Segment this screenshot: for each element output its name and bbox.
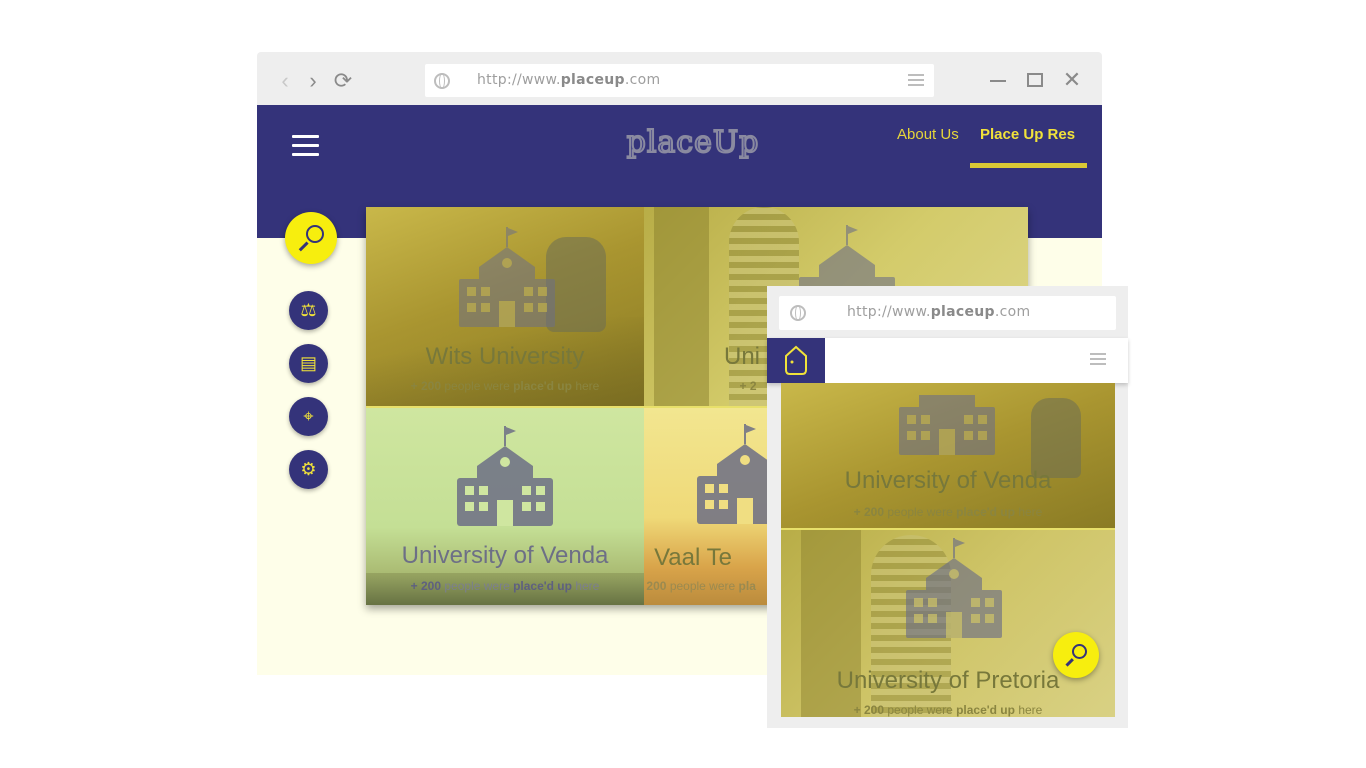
placed-count: + 200 people were place'd up here	[781, 505, 1115, 519]
school-building-icon	[899, 395, 995, 455]
url-text: http://www.placeup.com	[477, 72, 660, 88]
sidebar-scales-button[interactable]: ⚖	[289, 291, 328, 330]
university-name: Wits University	[425, 343, 585, 370]
school-building-icon	[906, 538, 1002, 638]
search-fab-button[interactable]	[285, 212, 337, 264]
search-icon	[1065, 644, 1087, 667]
count-value: + 2	[739, 379, 757, 393]
globe-icon	[434, 73, 450, 89]
count-text: people were	[887, 505, 953, 519]
university-card[interactable]: University of Venda + 200 people were pl…	[781, 383, 1115, 528]
url-suffix: .com	[994, 304, 1031, 320]
university-tile[interactable]: Wits University + 200 people were place'…	[366, 207, 644, 406]
count-text: people were	[669, 579, 736, 593]
count-text: people were	[444, 379, 510, 393]
placed-up-text: place'd up	[513, 379, 572, 393]
placed-up-text: place'd up	[956, 703, 1015, 717]
mobile-search-fab-button[interactable]	[1053, 632, 1099, 678]
university-name: University of Venda	[844, 467, 1052, 494]
placeup-logo[interactable]: placeUp	[618, 117, 768, 181]
minimize-icon[interactable]	[990, 80, 1006, 82]
university-card[interactable]: University of Pretoria + 200 people were…	[781, 528, 1115, 717]
sidebar-settings-button[interactable]: ⚙	[289, 450, 328, 489]
mobile-logo-button[interactable]	[767, 338, 825, 383]
home-logo-icon	[785, 345, 807, 375]
count-text: people were	[444, 579, 510, 593]
sidebar-notepad-button[interactable]: ▤	[289, 344, 328, 383]
url-prefix: http://www.	[477, 72, 561, 88]
mobile-url-text: http://www.placeup.com	[847, 304, 1030, 320]
location-pin-icon: ⌖	[303, 406, 314, 426]
placed-count: + 200 people were place'd up here	[781, 703, 1115, 717]
count-value: + 200	[644, 579, 667, 593]
count-text: people were	[887, 703, 953, 717]
close-icon[interactable]: ✕	[1062, 69, 1082, 91]
here-text: here	[1018, 505, 1043, 519]
mobile-address-bar[interactable]: http://www.placeup.com	[779, 296, 1116, 330]
school-building-icon	[459, 227, 555, 327]
menu-icon[interactable]	[1090, 353, 1106, 365]
count-value: + 200	[853, 703, 885, 717]
search-icon	[298, 225, 324, 252]
globe-icon	[790, 305, 806, 321]
url-suffix: .com	[624, 72, 661, 88]
scales-icon: ⚖	[300, 300, 317, 320]
count-value: + 200	[410, 379, 442, 393]
university-tile[interactable]: University of Venda + 200 people were pl…	[366, 406, 644, 605]
logo-text: placeUp	[626, 124, 760, 161]
url-prefix: http://www.	[847, 304, 931, 320]
university-name: University of Venda	[401, 542, 609, 569]
here-text: here	[575, 379, 600, 393]
settings-icon: ⚙	[300, 459, 317, 479]
menu-icon[interactable]	[908, 74, 924, 86]
forward-button[interactable]: ›	[302, 70, 324, 92]
reload-button[interactable]: ⟳	[332, 70, 354, 92]
back-button[interactable]: ‹	[274, 70, 296, 92]
active-nav-indicator	[970, 163, 1087, 168]
notepad-icon: ▤	[299, 353, 317, 373]
placed-count: + 200 people were place'd up here	[366, 579, 644, 593]
nav-about-us[interactable]: About Us	[897, 126, 959, 143]
count-value: + 200	[410, 579, 442, 593]
nav-place-up-res[interactable]: Place Up Res	[980, 126, 1075, 143]
url-domain: placeup	[560, 72, 625, 88]
placed-up-text: pla	[738, 579, 756, 593]
sidebar-location-button[interactable]: ⌖	[289, 397, 328, 436]
placed-up-text: place'd up	[513, 579, 572, 593]
maximize-icon[interactable]	[1027, 73, 1043, 87]
here-text: here	[1018, 703, 1043, 717]
school-building-icon	[457, 426, 553, 526]
count-value: + 200	[853, 505, 885, 519]
address-bar[interactable]: http://www.placeup.com	[425, 64, 934, 97]
url-domain: placeup	[930, 304, 995, 320]
here-text: here	[575, 579, 600, 593]
hamburger-menu-icon[interactable]	[292, 135, 319, 157]
placed-up-text: place'd up	[956, 505, 1015, 519]
placed-count: + 200 people were place'd up here	[366, 379, 644, 393]
